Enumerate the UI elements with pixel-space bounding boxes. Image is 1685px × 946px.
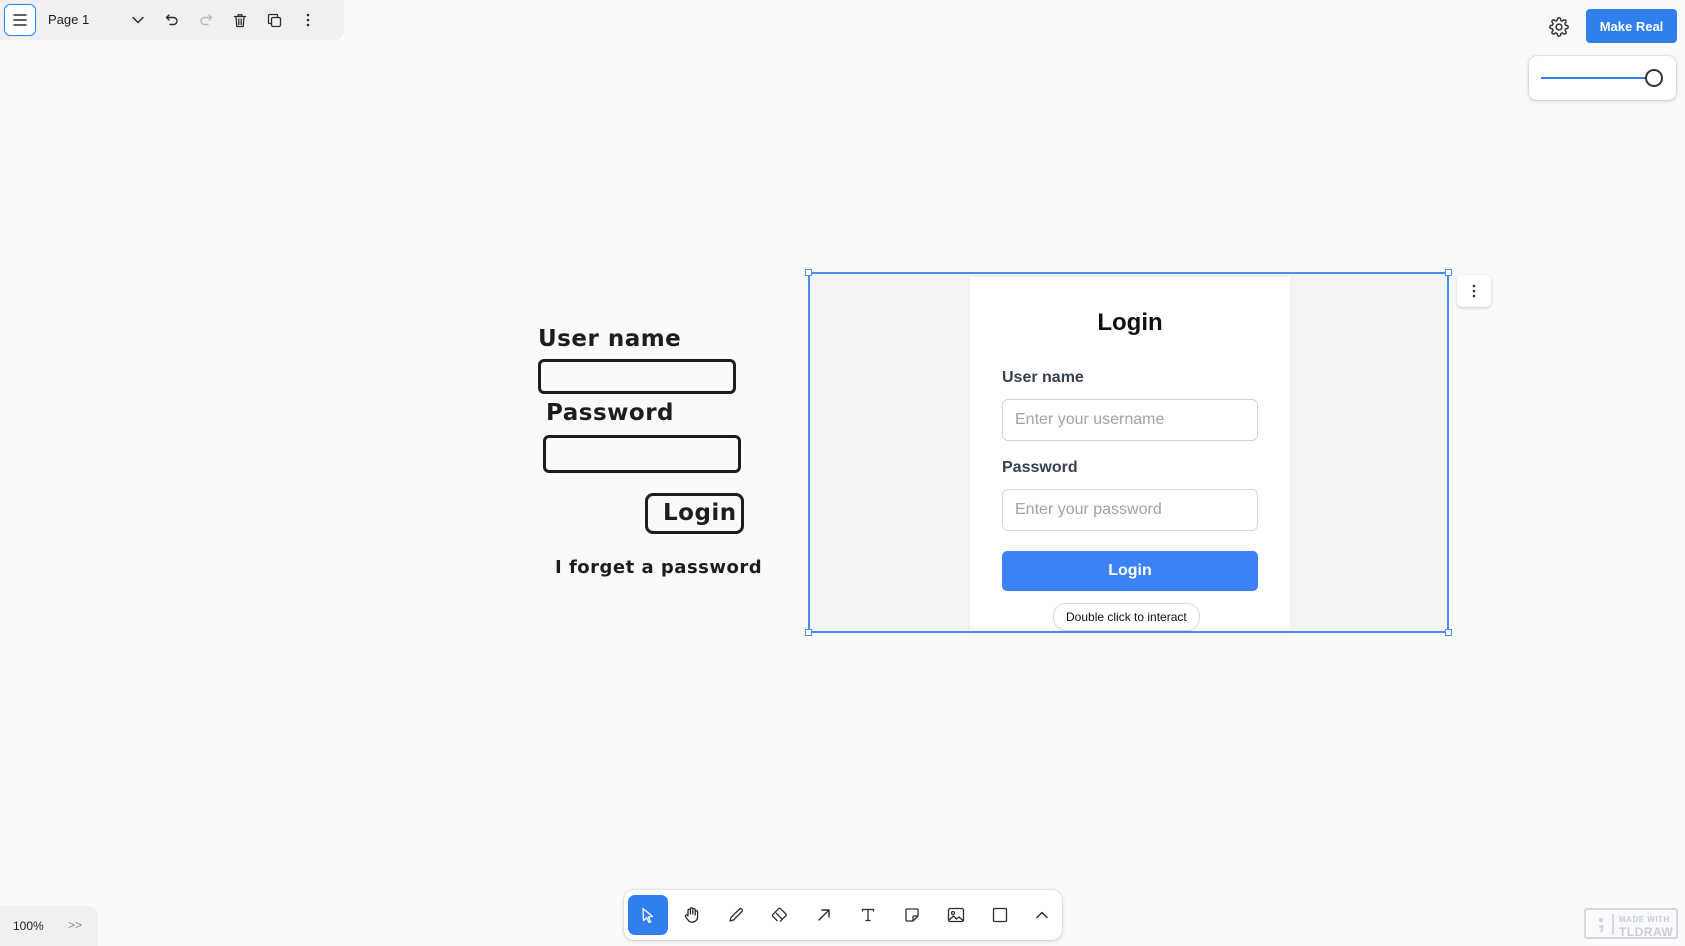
eraser-tool-icon[interactable] <box>760 895 800 935</box>
preview-login-button[interactable]: Login <box>1002 551 1258 591</box>
arrow-tool-icon[interactable] <box>804 895 844 935</box>
preview-username-input[interactable] <box>1002 399 1258 441</box>
text-tool-icon[interactable] <box>848 895 888 935</box>
more-vertical-icon[interactable] <box>292 4 324 36</box>
sketch-forgot-label[interactable]: I forget a password <box>555 557 762 578</box>
redo-icon[interactable] <box>190 4 222 36</box>
chevron-up-icon[interactable] <box>1022 895 1062 935</box>
resize-handle-bottom-left[interactable] <box>805 629 812 636</box>
select-tool-icon[interactable] <box>628 895 668 935</box>
preview-password-input[interactable] <box>1002 489 1258 531</box>
opacity-slider-track[interactable] <box>1541 77 1651 79</box>
hand-tool-icon[interactable] <box>672 895 712 935</box>
frame-more-icon[interactable] <box>1457 275 1491 307</box>
watermark-line2: TLDRAW <box>1619 925 1674 939</box>
sketch-password-box[interactable] <box>543 435 741 473</box>
resize-handle-top-left[interactable] <box>805 269 812 276</box>
sketch-password-label[interactable]: Password <box>546 400 674 426</box>
sketch-login-label[interactable]: Login <box>663 500 737 526</box>
tool-toolbar <box>624 890 1062 940</box>
note-tool-icon[interactable] <box>892 895 932 935</box>
watermark-text: MADE WITH TLDRAW <box>1619 915 1674 939</box>
login-card: Login User name Password Login Double cl… <box>970 277 1290 631</box>
style-panel <box>1529 56 1676 100</box>
page-name[interactable]: Page 1 <box>48 0 89 40</box>
preview-frame[interactable]: Login User name Password Login Double cl… <box>808 272 1449 633</box>
chevron-down-icon[interactable] <box>122 4 154 36</box>
watermark-line1: MADE WITH <box>1619 915 1670 924</box>
trash-icon[interactable] <box>224 4 256 36</box>
preview-password-label: Password <box>1002 459 1078 476</box>
zoom-level[interactable]: 100% <box>13 906 44 946</box>
preview-username-label: User name <box>1002 369 1084 386</box>
make-real-button[interactable]: Make Real <box>1586 9 1677 43</box>
resize-handle-top-right[interactable] <box>1445 269 1452 276</box>
preview-title: Login <box>1097 309 1163 336</box>
undo-icon[interactable] <box>156 4 188 36</box>
sketch-username-box[interactable] <box>538 359 736 394</box>
double-click-hint: Double click to interact <box>1053 603 1200 631</box>
expand-minimap-icon[interactable]: >> <box>68 918 82 932</box>
main-menu-bar: Page 1 <box>0 0 344 40</box>
resize-handle-bottom-right[interactable] <box>1445 629 1452 636</box>
rectangle-tool-icon[interactable] <box>980 895 1020 935</box>
zoom-menu: 100% >> <box>0 906 98 946</box>
tldraw-logo-icon <box>1590 914 1614 935</box>
settings-gear-icon[interactable] <box>1542 10 1576 44</box>
duplicate-icon[interactable] <box>258 4 290 36</box>
made-with-tldraw-watermark[interactable]: MADE WITH TLDRAW <box>1584 908 1678 939</box>
sketch-username-label[interactable]: User name <box>538 326 681 352</box>
draw-tool-icon[interactable] <box>716 895 756 935</box>
image-asset-tool-icon[interactable] <box>936 895 976 935</box>
opacity-slider-thumb[interactable] <box>1645 69 1663 87</box>
menu-icon[interactable] <box>4 4 36 36</box>
